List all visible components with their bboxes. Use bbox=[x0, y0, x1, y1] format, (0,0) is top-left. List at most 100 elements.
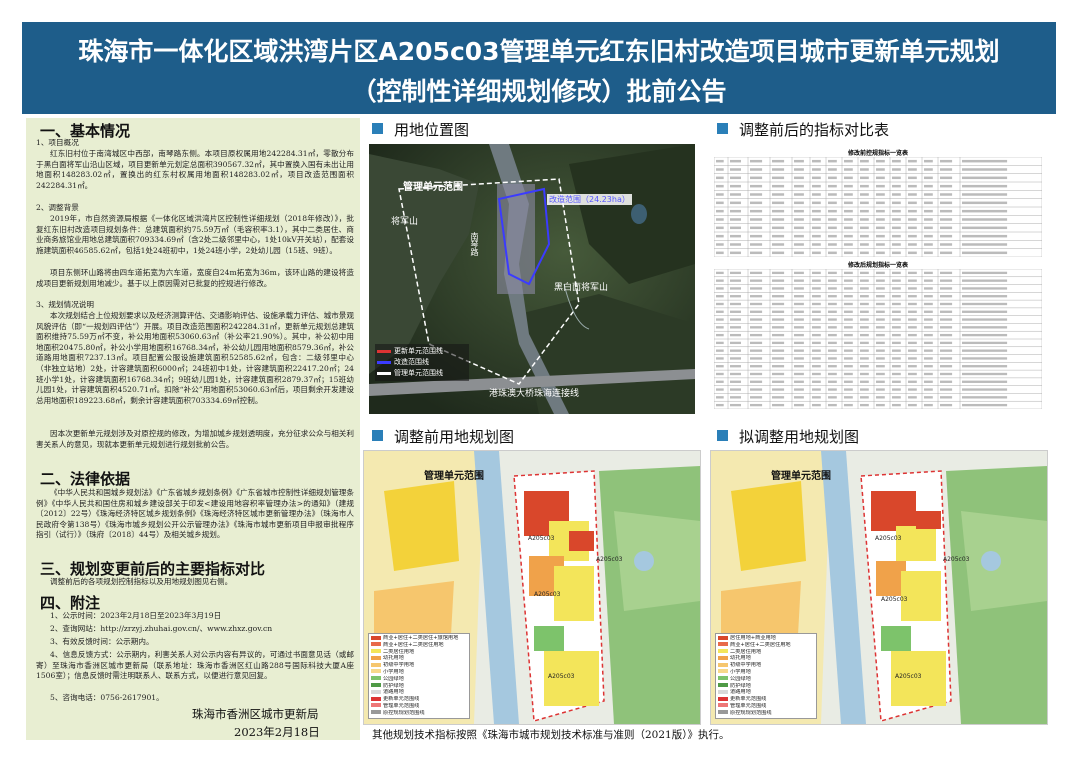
table-cell-text bbox=[876, 287, 885, 290]
table-cell-text bbox=[812, 302, 821, 306]
table-cell-text bbox=[716, 403, 724, 407]
table-cell-text bbox=[892, 302, 901, 306]
table-cell-text bbox=[962, 159, 1008, 163]
table-cell-text bbox=[828, 279, 837, 282]
table-cell-text bbox=[772, 209, 785, 213]
table-cell-text bbox=[876, 403, 885, 407]
table-cell-text bbox=[716, 226, 724, 230]
table-cell-text bbox=[940, 279, 953, 282]
legend-item: 更新单元范围线 bbox=[718, 696, 814, 703]
table-cell-text bbox=[844, 372, 853, 376]
table-cell-text bbox=[940, 341, 953, 345]
table-cell-text bbox=[860, 243, 869, 246]
before-code-label: A205c03 bbox=[596, 556, 623, 563]
table-cell-text bbox=[892, 243, 901, 246]
table-cell-text bbox=[844, 341, 853, 345]
table-cell-text bbox=[812, 287, 821, 290]
table-cell-text bbox=[812, 209, 821, 213]
label-highway: 港珠澳大桥珠海连接线 bbox=[489, 389, 580, 399]
legend-swatch bbox=[718, 676, 728, 681]
table-cell-text bbox=[844, 168, 853, 171]
table-cell-text bbox=[962, 295, 1008, 298]
before-code-label: A205c03 bbox=[534, 591, 561, 598]
table-cell-text bbox=[772, 372, 785, 376]
table-cell-text bbox=[860, 372, 869, 376]
table-cell-text bbox=[892, 287, 901, 290]
table-cell-text bbox=[924, 396, 933, 399]
table-cell-text bbox=[772, 271, 785, 275]
table-cell-text bbox=[892, 310, 901, 313]
table-cell-text bbox=[924, 243, 933, 246]
table-cell-text bbox=[828, 287, 837, 290]
table-after-grid bbox=[714, 269, 1042, 409]
table-cell-text bbox=[892, 295, 901, 298]
legend-label: 商业+居住+二类居住用地 bbox=[383, 641, 444, 648]
table-cell-text bbox=[924, 365, 933, 368]
table-cell-text bbox=[908, 357, 917, 360]
table-cell-text bbox=[730, 318, 741, 321]
legend-swatch bbox=[371, 689, 381, 694]
table-cell-text bbox=[962, 396, 1008, 399]
table-cell-text bbox=[908, 176, 917, 180]
table-cell-text bbox=[828, 357, 837, 360]
table-cell-text bbox=[892, 159, 901, 163]
table-cell-text bbox=[940, 218, 953, 221]
table-cell-text bbox=[876, 396, 885, 399]
table-cell-text bbox=[794, 271, 804, 275]
table-cell-text bbox=[908, 318, 917, 321]
legend-item: 商业+居住+二类居住用地 bbox=[718, 642, 814, 649]
table-cell-text bbox=[924, 184, 933, 188]
table-cell-text bbox=[940, 176, 953, 180]
table-cell-text bbox=[812, 318, 821, 321]
table-cell-text bbox=[860, 310, 869, 313]
table-cell-text bbox=[908, 184, 917, 188]
table-cell-text bbox=[794, 184, 804, 188]
table-cell-text bbox=[908, 159, 917, 163]
after-code-label: A205c03 bbox=[875, 535, 902, 542]
legend-label: 商业+居住+二类居住用地 bbox=[730, 641, 791, 648]
table-cell-text bbox=[908, 380, 917, 383]
table-cell-text bbox=[812, 176, 821, 180]
table-cell-text bbox=[876, 176, 885, 180]
table-cell-text bbox=[794, 279, 804, 282]
table-cell-text bbox=[860, 388, 869, 391]
table-cell-text bbox=[794, 310, 804, 313]
table-cell-text bbox=[794, 365, 804, 368]
before-code-label: A205c03 bbox=[528, 535, 555, 542]
table-cell-text bbox=[892, 234, 901, 238]
table-cell-text bbox=[892, 209, 901, 213]
table-cell-text bbox=[730, 365, 741, 368]
table-cell-text bbox=[876, 251, 885, 255]
table-cell-text bbox=[940, 243, 953, 246]
table-cell-text bbox=[860, 349, 869, 352]
table-cell-text bbox=[730, 193, 741, 196]
table-cell-text bbox=[940, 271, 953, 275]
table-cell-text bbox=[772, 333, 785, 337]
table-cell-text bbox=[860, 159, 869, 163]
table-cell-text bbox=[828, 365, 837, 368]
table-cell-text bbox=[860, 357, 869, 360]
before-code-label: A205c03 bbox=[548, 673, 575, 680]
table-cell-text bbox=[940, 251, 953, 255]
table-cell-text bbox=[794, 396, 804, 399]
table-cell-text bbox=[772, 234, 785, 238]
legend-item: 幼托用地 bbox=[718, 655, 814, 662]
legend-label: 更新单元范围线 bbox=[383, 696, 420, 703]
table-cell-text bbox=[940, 349, 953, 352]
legend-label: 防护绿地 bbox=[730, 682, 751, 689]
table-cell-text bbox=[716, 271, 724, 275]
table-cell-text bbox=[772, 218, 785, 221]
table-cell-text bbox=[772, 326, 785, 329]
table-cell-text bbox=[940, 193, 953, 196]
table-cell-text bbox=[962, 271, 1008, 275]
legend-swatch bbox=[718, 683, 728, 688]
table-cell-text bbox=[962, 333, 1008, 337]
legend-item: 更新单元范围线 bbox=[371, 696, 467, 703]
table-cell-text bbox=[876, 279, 885, 282]
table-cell-text bbox=[716, 201, 724, 205]
legend-label: 管理单元范围线 bbox=[383, 702, 420, 709]
table-cell-text bbox=[716, 295, 724, 298]
table-cell-text bbox=[844, 287, 853, 290]
signature-org: 珠海市香洲区城市更新局 bbox=[192, 707, 319, 721]
table-cell-text bbox=[892, 176, 901, 180]
